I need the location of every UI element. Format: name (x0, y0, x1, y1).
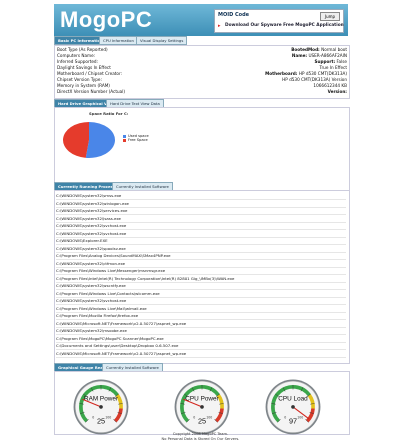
process-row: C:\WINDOWS\system32\svchost.exe (56, 231, 346, 238)
moid-label: MOID Code (218, 12, 250, 18)
download-link[interactable]: Download Our Spyware Free MogoPC Applica… (225, 23, 344, 28)
process-row: C:\WINDOWS\system32\wscntfy.exe (56, 283, 346, 290)
gauge-tabs: Graphical Gauge Readout Currently Instal… (54, 363, 348, 372)
gauge-value: 25 (97, 416, 105, 425)
tab-cpu-info[interactable]: CPU Information (99, 36, 138, 45)
gauge-cpu-load: 0 100 CPU Load 97 (265, 379, 321, 435)
process-row: C:\Program Files\MogoPC\MogoPC Scanner\M… (56, 336, 346, 343)
legend-swatch (123, 138, 126, 142)
info-left-5: Chipset Version Type: (57, 77, 102, 82)
info-left-2: Inferred Supported: (57, 59, 98, 64)
info-value: USER-A866AF2AIN (308, 53, 347, 58)
process-row: C:\WINDOWS\system32\msoobe.exe (56, 328, 346, 335)
process-row: C:\WINDOWS\Explorer.EXE (56, 238, 346, 245)
info-left-3: Daylight Savings In Effect (57, 65, 111, 70)
gauge-ram-power: 0 100RAM Power25 (73, 379, 129, 435)
info-left-4: Motherboard / Chipset Creator: (57, 71, 123, 76)
info-value: Normal boot (321, 47, 347, 52)
info-key: BootedMod: (291, 47, 320, 52)
process-row: C:\WINDOWS\Microsoft.NET\Framework\v2.0.… (56, 321, 346, 328)
info-value: HP d530 CMT(DK313A) (298, 71, 347, 76)
process-row: C:\Program Files\Windows Live\Mail\wlmai… (56, 306, 346, 313)
jump-button[interactable]: Jump (320, 12, 340, 21)
process-row: C:\WINDOWS\system32\smss.exe (56, 193, 346, 200)
pie-slice-used (85, 122, 115, 158)
info-right-4: Motherboard: HP d530 CMT(DK313A) (265, 71, 347, 76)
process-row: C:\WINDOWS\system32\svchost.exe (56, 298, 346, 305)
gauge-cpu-power: 0 100 CPU Power 25 (174, 379, 230, 435)
info-left-0: Boot Type (As Reported) (57, 47, 108, 52)
info-right-6: 1066612344 KB (313, 83, 347, 88)
info-right-1: Name: USER-A866AF2AIN (292, 53, 347, 58)
info-key: Motherboard: (265, 71, 298, 76)
app-logo[interactable]: MogoPC (60, 7, 152, 33)
gauge-hub (200, 405, 204, 409)
info-right-7: Version: (328, 89, 347, 94)
info-right-3: True In Effect (320, 65, 348, 70)
process-row: C:\Program Files\Intel\Intel(R) Technolo… (56, 276, 346, 283)
process-tabs: Currently Running Processes Currently In… (54, 182, 348, 191)
moid-box: MOID Code Jump ▸ Download Our Spyware Fr… (214, 9, 344, 33)
process-row: C:\WINDOWS\system32\lsass.exe (56, 216, 346, 223)
legend-item-free: Free Space (123, 138, 149, 142)
info-left-6: Memory in System (RAM) (57, 83, 110, 88)
chart-legend: Used space Free Space (123, 134, 149, 142)
gauge-min-label: 0 (92, 415, 94, 419)
gauge-min-label: 0 (193, 415, 195, 419)
gauge-value: 25 (198, 416, 206, 425)
gauge-label: CPU Power (185, 396, 219, 403)
disk-chart-panel: Space Ratio For C: Used space Free Space (54, 107, 350, 191)
pie-slice-free (63, 122, 89, 158)
process-row: C:\WINDOWS\system32\svchost.exe (56, 223, 346, 230)
gauge-hub (291, 405, 295, 409)
main-tabs: Basic PC Information CPU Information Vis… (54, 36, 348, 45)
info-right-5: HP d530 CMT(DK313A) Version (282, 77, 347, 82)
info-value: 1066612344 KB (313, 83, 347, 88)
info-value: HP d530 CMT(DK313A) Version (282, 77, 347, 82)
info-panel: Boot Type (As Reported) Computers Name: … (54, 45, 350, 99)
info-left-7: DirectX Version Number (Actual) (57, 89, 126, 94)
process-row: C:\Documents and Settings\user\Desktop\D… (56, 343, 346, 350)
process-row: C:\WINDOWS\system32\spoolsv.exe (56, 246, 346, 253)
gauge-max-label: 100 (105, 415, 111, 419)
main-body: Basic PC Information CPU Information Vis… (54, 36, 350, 440)
gauge-max-label: 100 (297, 415, 303, 419)
gauge-label: CPU Load (278, 396, 308, 403)
info-key: Version: (327, 89, 347, 94)
disk-pie-chart (63, 122, 115, 158)
process-row: C:\Program Files\Windows Live\Messenger\… (56, 268, 346, 275)
gauge-hub (99, 405, 103, 409)
info-value: False (336, 59, 347, 64)
process-row: C:\Program Files\Windows Live\Contacts\w… (56, 291, 346, 298)
process-row: C:\WINDOWS\system32\winlogon.exe (56, 201, 346, 208)
gauge-min-label: 0 (284, 415, 286, 419)
gauge-panel: 0 100 RAM Power 25 0 100 CPU Power 25 0 100 CPU Lo… (54, 371, 350, 435)
gauge-value: 97 (289, 416, 297, 425)
footer-privacy: No Personal Data is Stored On Our Server… (161, 437, 240, 441)
page: MogoPC MOID Code Jump ▸ Download Our Spy… (0, 0, 401, 446)
info-right-2: Support: False (315, 59, 347, 64)
process-row: C:\Program Files\Analog Devices\SoundMAX… (56, 253, 346, 260)
process-row: C:\Program Files\Mozilla Firefox\firefox… (56, 313, 346, 320)
footer: Copyright 2008 MogoPC Team. No Personal … (0, 432, 401, 442)
info-left-1: Computers Name: (57, 53, 96, 58)
info-value: True In Effect (319, 65, 348, 70)
legend-label: Free Space (128, 138, 148, 142)
info-key: Support: (314, 59, 336, 64)
tab-display-settings[interactable]: Visual Display Settings (136, 36, 188, 45)
info-right-0: BootedMod: Normal boot (291, 47, 347, 52)
info-key: Name: (291, 53, 308, 58)
process-row: C:\WINDOWS\Microsoft.NET\Framework\v2.0.… (56, 351, 346, 358)
process-row: C:\WINDOWS\system32\ctfmon.exe (56, 261, 346, 268)
gauge-max-label: 100 (206, 415, 212, 419)
chart-tabs: Hard Drive Graphical View Hard Drive Tex… (54, 99, 348, 108)
process-list[interactable]: C:\WINDOWS\system32\smss.exe C:\WINDOWS\s… (54, 190, 350, 364)
header: MogoPC MOID Code Jump ▸ Download Our Spy… (54, 4, 348, 36)
download-arrow-icon: ▸ (218, 23, 221, 29)
process-row: C:\WINDOWS\system32\services.exe (56, 208, 346, 215)
